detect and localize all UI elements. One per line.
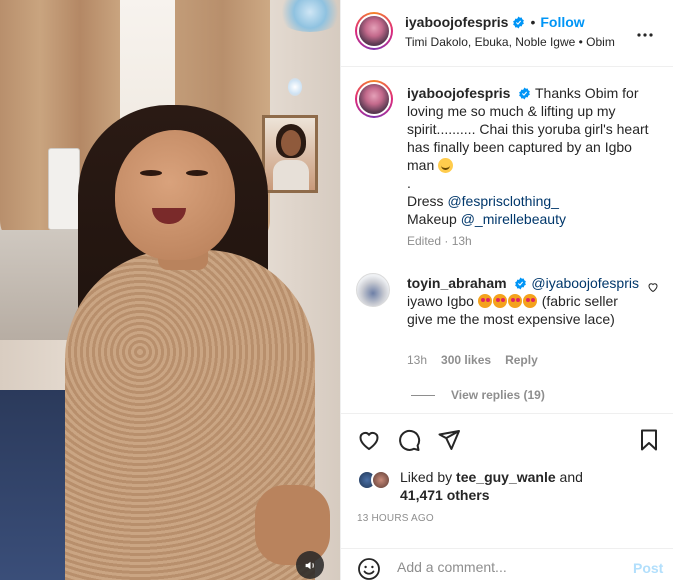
more-options-button[interactable]	[637, 21, 653, 42]
post-comment-button[interactable]: Post	[633, 560, 663, 576]
post-timestamp[interactable]: 13 HOURS AGO	[357, 513, 434, 524]
air-conditioner	[48, 148, 80, 230]
commenter-username[interactable]: toyin_abraham	[407, 275, 507, 291]
liked-by-user-link[interactable]: tee_guy_wanle	[456, 469, 556, 485]
author-avatar[interactable]	[355, 12, 393, 50]
woman-eye-left	[140, 170, 162, 176]
woman-eye-right	[186, 170, 208, 176]
verified-badge-icon	[519, 87, 531, 100]
comment-text-start: iyawo Igbo	[407, 293, 474, 309]
author-username[interactable]: iyaboojofespris	[405, 14, 508, 30]
comment-item: toyin_abraham @iyaboojofespris iyawo Igb…	[407, 274, 642, 328]
comment-composer: Post	[341, 548, 673, 580]
caption-username[interactable]: iyaboojofespris	[407, 85, 510, 101]
post-actions: Liked by tee_guy_wanle and 41,471 others…	[341, 413, 673, 580]
author-avatar-image	[357, 14, 391, 48]
volume-icon	[305, 561, 314, 569]
woman-hands	[255, 485, 330, 565]
liked-by-prefix: Liked by	[400, 469, 453, 485]
portrait-dress	[273, 160, 309, 190]
view-replies-button[interactable]: View replies (19)	[411, 388, 545, 402]
like-heart-icon[interactable]	[357, 428, 381, 452]
portrait-face	[281, 130, 301, 156]
comment-time: 13h	[407, 353, 428, 367]
likes-count-link[interactable]: 41,471 others	[400, 487, 490, 503]
likes-summary: Liked by tee_guy_wanle and 41,471 others	[400, 468, 660, 504]
heart-eyes-emoji-icon	[507, 294, 522, 308]
caption-author-avatar[interactable]	[355, 80, 393, 118]
makeup-label: Makeup	[407, 211, 457, 227]
comment-likes[interactable]: 300 likes	[441, 353, 491, 367]
liker-avatar	[371, 470, 391, 490]
caption-edited-time: Edited · 13h	[407, 234, 472, 248]
comment-bubble-icon[interactable]	[397, 428, 421, 452]
volume-button[interactable]	[296, 551, 324, 579]
wall-portrait	[262, 115, 318, 193]
comment-input[interactable]	[397, 557, 617, 577]
reply-button[interactable]: Reply	[505, 353, 538, 367]
dress-tag-link[interactable]: @fesprisclothing_	[447, 193, 559, 209]
comment-like-heart-icon[interactable]	[647, 281, 659, 293]
separator-dot: •	[530, 14, 536, 30]
woman-face	[115, 130, 235, 260]
caption-author-avatar-image	[357, 82, 391, 116]
verified-badge-icon	[515, 277, 527, 290]
liker-avatars[interactable]	[357, 470, 395, 490]
follow-button[interactable]: Follow	[540, 14, 584, 30]
heart-eyes-emoji-icon	[477, 294, 492, 308]
author-row: iyaboojofespris • Follow	[405, 14, 585, 30]
verified-badge-icon	[513, 16, 525, 28]
instagram-post-modal: iyaboojofespris • Follow Timi Dakolo, Eb…	[0, 0, 673, 580]
commenter-avatar[interactable]	[356, 273, 390, 307]
post-caption: iyaboojofespris Thanks Obim for loving m…	[407, 84, 657, 228]
heart-eyes-emoji-icon	[492, 294, 507, 308]
comments-section[interactable]: iyaboojofespris Thanks Obim for loving m…	[341, 68, 673, 413]
emoji-picker-icon[interactable]	[357, 557, 381, 580]
save-bookmark-icon[interactable]	[637, 428, 661, 452]
caption-dot: .	[407, 175, 411, 191]
comment-meta: 13h 300 likes Reply	[407, 353, 538, 367]
post-header: iyaboojofespris • Follow Timi Dakolo, Eb…	[341, 0, 673, 67]
replies-divider	[411, 394, 435, 396]
dress-label: Dress	[407, 193, 444, 209]
view-replies-label: View replies (19)	[451, 388, 545, 402]
smiling-emoji-icon	[438, 158, 454, 173]
wall-lamp	[288, 78, 302, 96]
post-video[interactable]	[0, 0, 340, 580]
more-horizontal-icon	[637, 33, 653, 37]
tagged-people[interactable]: Timi Dakolo, Ebuka, Noble Igwe • Obim	[405, 35, 615, 49]
makeup-tag-link[interactable]: @_mirellebeauty	[461, 211, 566, 227]
comment-mention-link[interactable]: @iyaboojofespris	[531, 275, 639, 291]
heart-eyes-emoji-icon	[522, 294, 537, 308]
post-details-panel: iyaboojofespris • Follow Timi Dakolo, Eb…	[340, 0, 673, 580]
liked-by-and: and	[559, 469, 583, 485]
share-paper-plane-icon[interactable]	[437, 428, 461, 452]
